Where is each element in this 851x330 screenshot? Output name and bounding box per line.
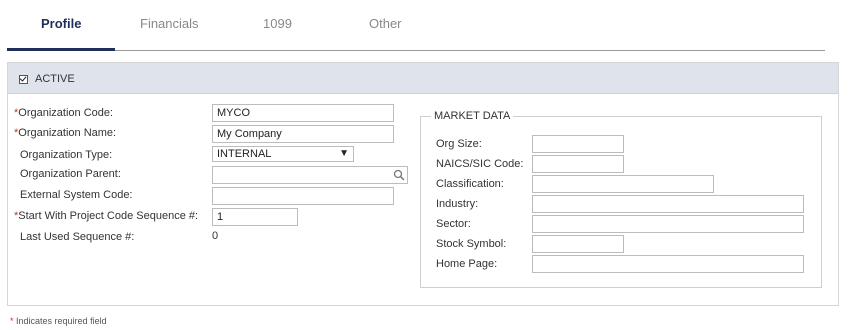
naics-code-input[interactable]	[532, 155, 624, 173]
tab-financials[interactable]: Financials	[140, 16, 199, 31]
start-sequence-input[interactable]: 1	[212, 208, 298, 226]
panel-header: ACTIVE	[8, 63, 838, 94]
org-type-select[interactable]: INTERNAL ▼	[212, 146, 354, 162]
naics-code-label: NAICS/SIC Code:	[436, 158, 524, 170]
org-type-value: INTERNAL	[217, 148, 272, 160]
org-type-label: Organization Type:	[20, 149, 113, 161]
external-system-code-label: External System Code:	[20, 189, 133, 201]
home-page-input[interactable]	[532, 255, 804, 273]
sector-label: Sector:	[436, 218, 471, 230]
classification-input[interactable]	[532, 175, 714, 193]
active-tab-indicator	[7, 48, 115, 51]
org-name-label: *Organization Name:	[14, 127, 117, 139]
active-checkbox[interactable]	[19, 75, 28, 84]
stock-symbol-input[interactable]	[532, 235, 624, 253]
org-code-input[interactable]: MYCO	[212, 104, 394, 122]
sector-input[interactable]	[532, 215, 804, 233]
active-label: ACTIVE	[35, 73, 75, 85]
tab-profile[interactable]: Profile	[41, 16, 81, 31]
industry-label: Industry:	[436, 198, 479, 210]
org-name-input[interactable]: My Company	[212, 125, 394, 143]
org-parent-label: Organization Parent:	[20, 168, 121, 180]
tab-other[interactable]: Other	[369, 16, 402, 31]
home-page-label: Home Page:	[436, 258, 498, 270]
tab-bar: Profile Financials 1099 Other	[7, 0, 825, 51]
required-marker: *	[10, 316, 14, 326]
required-field-footnote: * Indicates required field	[10, 316, 107, 326]
external-system-code-input[interactable]	[212, 187, 394, 205]
tab-1099[interactable]: 1099	[263, 16, 292, 31]
industry-input[interactable]	[532, 195, 804, 213]
footnote-text: Indicates required field	[16, 316, 107, 326]
stock-symbol-label: Stock Symbol:	[436, 238, 507, 250]
last-used-sequence-label: Last Used Sequence #:	[20, 231, 135, 243]
org-size-input[interactable]	[532, 135, 624, 153]
org-parent-input[interactable]	[212, 166, 408, 184]
dropdown-arrow-icon: ▼	[339, 148, 349, 159]
search-icon[interactable]	[393, 169, 405, 181]
last-used-sequence-value: 0	[212, 230, 219, 242]
market-data-legend: MARKET DATA	[431, 110, 514, 122]
start-sequence-label: *Start With Project Code Sequence #:	[14, 210, 199, 222]
classification-label: Classification:	[436, 178, 504, 190]
org-code-label: *Organization Code:	[14, 107, 114, 119]
org-size-label: Org Size:	[436, 138, 482, 150]
